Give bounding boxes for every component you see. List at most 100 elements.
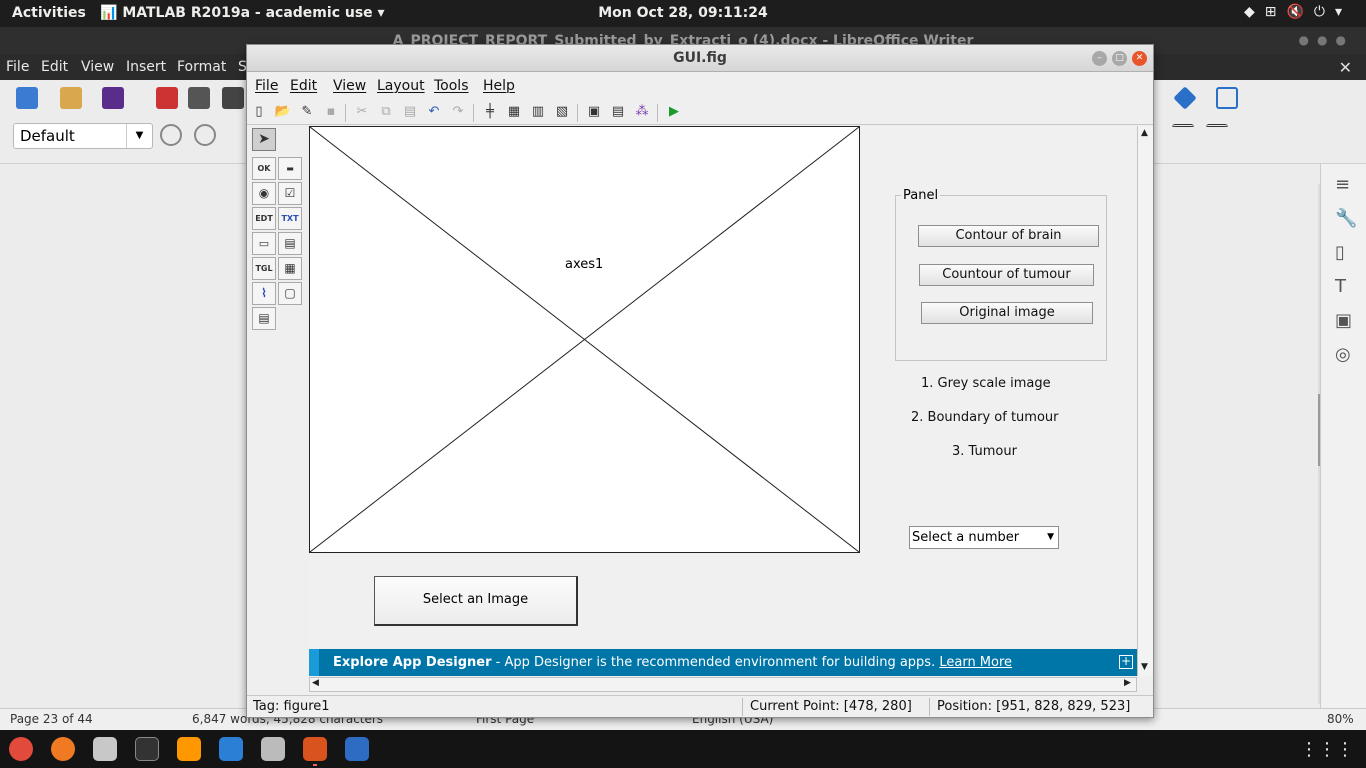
writer-window-controls[interactable]: ●●● [1299, 33, 1354, 47]
toggle-button-tool-icon[interactable]: TGL [252, 257, 276, 280]
object-browser-icon[interactable]: ⁂ [633, 103, 651, 121]
select-number-popup[interactable]: Select a number ▼ [909, 526, 1059, 549]
disabled-save-icon[interactable]: ▪ [322, 103, 340, 121]
redo-icon[interactable]: ↷ [449, 103, 467, 121]
paragraph-style-select[interactable]: Default ▼ [13, 123, 153, 149]
save-icon[interactable]: ✎ [298, 103, 316, 121]
checkbox-tool-icon[interactable]: ☑ [278, 182, 302, 205]
decrease-indent-icon[interactable] [1206, 124, 1228, 146]
guide-menu-file[interactable]: File [255, 78, 278, 94]
writer-menu-file[interactable]: File [6, 59, 29, 75]
save-icon[interactable] [102, 87, 124, 109]
writer-menu-edit[interactable]: Edit [41, 59, 68, 75]
radio-button-tool-icon[interactable]: ◉ [252, 182, 276, 205]
layout-horizontal-scrollbar[interactable]: ◀ ▶ [309, 677, 1137, 692]
editor-icon[interactable]: ▣ [585, 103, 603, 121]
paste-icon[interactable]: ▤ [401, 103, 419, 121]
axes-tool-icon[interactable]: ⌇ [252, 282, 276, 305]
minimize-icon[interactable]: – [1092, 51, 1107, 66]
increase-indent-icon[interactable] [1172, 124, 1194, 146]
writer-menu-format[interactable]: Format [177, 59, 226, 75]
zoom-level[interactable]: 80% [1327, 712, 1354, 726]
layout-vertical-scrollbar[interactable]: ▲ ▼ [1137, 126, 1153, 676]
sublime-text-icon[interactable] [177, 737, 201, 761]
table-tool-icon[interactable]: ▦ [278, 257, 302, 280]
guide-menu-layout[interactable]: Layout [377, 78, 425, 94]
chrome-icon[interactable] [9, 737, 33, 761]
writer-menu-insert[interactable]: Insert [126, 59, 166, 75]
run-figure-icon[interactable]: ▶ [665, 103, 683, 121]
matlab-icon[interactable] [303, 737, 327, 761]
expand-icon[interactable]: + [1119, 655, 1133, 669]
new-document-icon[interactable] [16, 87, 38, 109]
new-style-icon[interactable] [194, 124, 216, 146]
open-icon[interactable]: 📂 [274, 103, 292, 121]
vscode-icon[interactable] [219, 737, 243, 761]
clock[interactable]: Mon Oct 28, 09:11:24 [598, 5, 767, 21]
guide-menu-view[interactable]: View [333, 78, 366, 94]
close-icon[interactable]: ● [1336, 33, 1354, 47]
scroll-right-icon[interactable]: ▶ [1124, 678, 1131, 688]
styles-icon[interactable]: T [1335, 276, 1346, 297]
firefox-icon[interactable] [51, 737, 75, 761]
contour-of-tumour-button[interactable]: Countour of tumour [919, 264, 1094, 286]
learn-more-link[interactable]: Learn More [939, 655, 1012, 670]
pdf-export-icon[interactable] [156, 87, 178, 109]
edit-text-tool-icon[interactable]: EDT [252, 207, 276, 230]
layout-area[interactable]: axes1 Panel Contour of brain Countour of… [309, 126, 1137, 648]
axes1[interactable]: axes1 [309, 126, 860, 553]
select-image-button[interactable]: Select an Image [374, 576, 578, 626]
scroll-left-icon[interactable]: ◀ [312, 678, 319, 688]
close-icon[interactable]: ✕ [1132, 51, 1147, 66]
page-icon[interactable]: ▯ [1335, 242, 1345, 263]
maximize-icon[interactable]: □ [1112, 51, 1127, 66]
activities-button[interactable]: Activities [12, 5, 86, 21]
original-image-button[interactable]: Original image [921, 302, 1093, 324]
maximize-icon[interactable]: ● [1317, 33, 1335, 47]
print-icon[interactable] [188, 87, 210, 109]
properties-icon[interactable]: 🔧 [1335, 208, 1357, 229]
menu-editor-icon[interactable]: ▦ [505, 103, 523, 121]
terminal-icon[interactable] [135, 737, 159, 761]
close-document-icon[interactable]: ✕ [1339, 58, 1352, 77]
guide-menu-help[interactable]: Help [483, 78, 515, 94]
app-menu[interactable]: 📊 MATLAB R2019a - academic use ▾ [100, 5, 385, 21]
guide-menu-edit[interactable]: Edit [290, 78, 317, 94]
static-text-tool-icon[interactable]: TXT [278, 207, 302, 230]
panel-tool-icon[interactable]: ▢ [278, 282, 302, 305]
open-folder-icon[interactable] [60, 87, 82, 109]
show-applications-icon[interactable]: ⋮⋮⋮ [1300, 739, 1354, 760]
tab-order-editor-icon[interactable]: ▥ [529, 103, 547, 121]
popup-menu-tool-icon[interactable]: ▭ [252, 232, 276, 255]
scroll-down-icon[interactable]: ▼ [1141, 662, 1148, 672]
property-inspector-icon[interactable]: ▤ [609, 103, 627, 121]
contour-of-brain-button[interactable]: Contour of brain [918, 225, 1099, 247]
new-figure-icon[interactable]: ▯ [250, 103, 268, 121]
file-manager-icon[interactable] [261, 737, 285, 761]
panel[interactable]: Panel Contour of brain Countour of tumou… [895, 188, 1107, 361]
gallery-icon[interactable]: ▣ [1335, 310, 1352, 331]
static-text-tumour[interactable]: 3. Tumour [952, 444, 1017, 459]
align-objects-icon[interactable]: ╪ [481, 103, 499, 121]
writer-icon[interactable] [345, 737, 369, 761]
files-icon[interactable] [93, 737, 117, 761]
static-text-grey-scale[interactable]: 1. Grey scale image [921, 376, 1051, 391]
sidebar-menu-icon[interactable]: ≡ [1335, 174, 1350, 195]
undo-icon[interactable]: ↶ [425, 103, 443, 121]
update-style-icon[interactable] [160, 124, 182, 146]
push-button-tool-icon[interactable]: OK [252, 157, 276, 180]
scroll-up-icon[interactable]: ▲ [1141, 128, 1148, 138]
guide-menu-tools[interactable]: Tools [434, 78, 469, 94]
grid-icon[interactable] [1216, 87, 1238, 109]
minimize-icon[interactable]: ● [1299, 33, 1317, 47]
shapes-icon[interactable] [1173, 86, 1197, 110]
copy-icon[interactable]: ⧉ [377, 103, 395, 121]
system-tray[interactable]: ◆⊞🔇⏻▾ [1244, 4, 1352, 20]
select-tool-icon[interactable]: ➤ [252, 128, 276, 151]
navigator-icon[interactable]: ◎ [1335, 344, 1351, 365]
cut-icon[interactable]: ✂ [353, 103, 371, 121]
toolbar-editor-icon[interactable]: ▧ [553, 103, 571, 121]
static-text-boundary[interactable]: 2. Boundary of tumour [911, 410, 1058, 425]
button-group-tool-icon[interactable]: ▤ [252, 307, 276, 330]
writer-menu-view[interactable]: View [81, 59, 114, 75]
